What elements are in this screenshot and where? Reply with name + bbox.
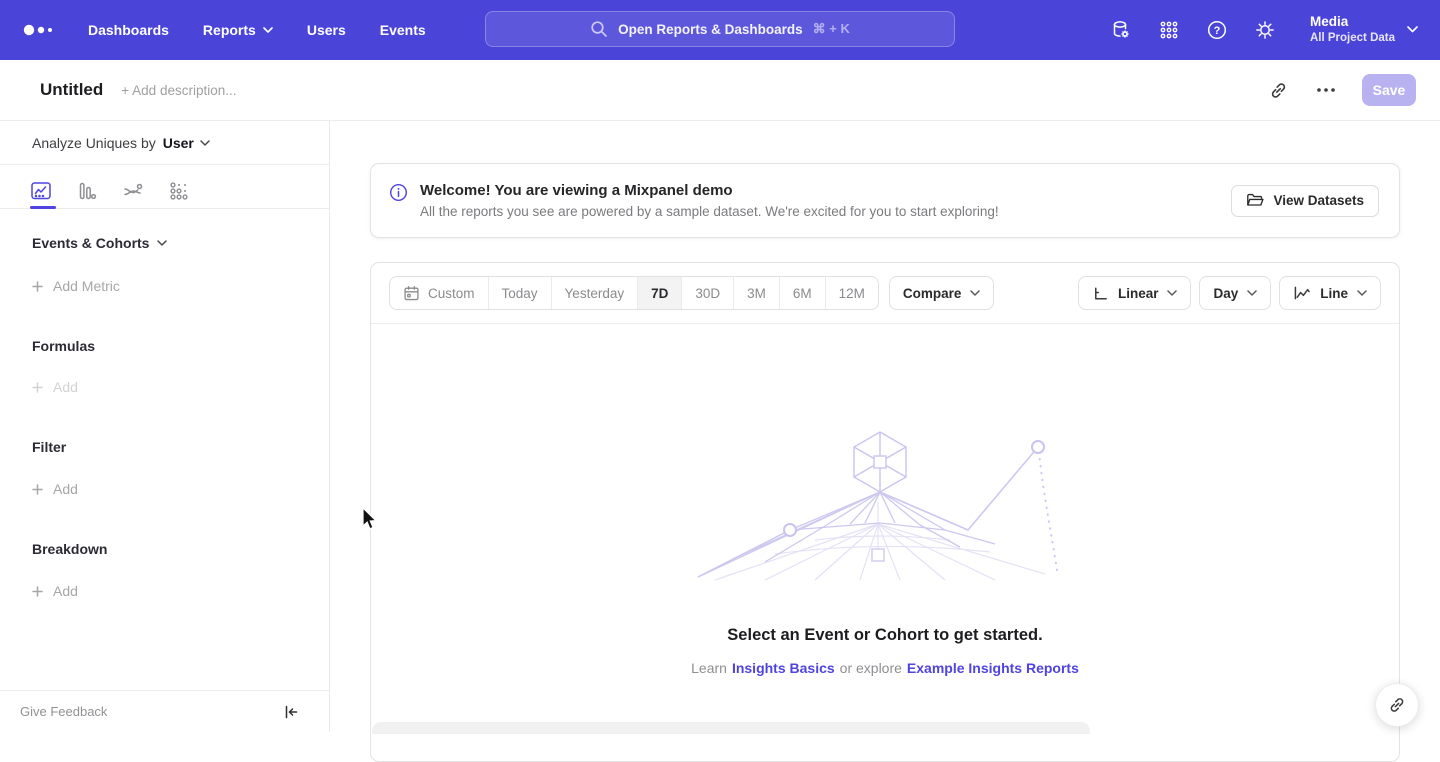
project-scope: All Project Data: [1310, 31, 1395, 47]
banner-title: Welcome! You are viewing a Mixpanel demo: [420, 182, 999, 199]
save-button[interactable]: Save: [1362, 74, 1416, 106]
mixpanel-logo-icon[interactable]: [22, 23, 56, 37]
nav-item-users[interactable]: Users: [307, 22, 346, 38]
chart-controls-row: Custom Today Yesterday 7D 30D 3M 6M 12M …: [371, 263, 1399, 324]
banner-subtitle: All the reports you see are powered by a…: [420, 204, 999, 219]
search-shortcut: ⌘ + K: [813, 21, 850, 37]
global-search[interactable]: Open Reports & Dashboards ⌘ + K: [485, 11, 955, 47]
folder-icon: [1246, 193, 1264, 208]
analyze-uniques-row: Analyze Uniques by User: [0, 121, 329, 165]
top-nav: Dashboards Reports Users Events Open Rep…: [0, 0, 1440, 60]
give-feedback-link[interactable]: Give Feedback: [20, 704, 107, 719]
chevron-down-icon: [1357, 290, 1367, 296]
chart-type-tabs: [0, 165, 329, 209]
report-header: Untitled + Add description... Save: [0, 60, 1440, 121]
date-range-3m[interactable]: 3M: [734, 277, 780, 309]
tab-insights-line[interactable]: [30, 165, 76, 208]
calendar-icon: [403, 285, 420, 302]
date-range-12m[interactable]: 12M: [826, 277, 878, 309]
breakdown-header: Breakdown: [32, 541, 329, 557]
report-title[interactable]: Untitled: [40, 80, 103, 100]
plus-icon: [32, 382, 43, 393]
insights-basics-link[interactable]: Insights Basics: [732, 660, 835, 676]
demo-welcome-banner: Welcome! You are viewing a Mixpanel demo…: [370, 163, 1400, 238]
analyze-label: Analyze Uniques by: [32, 135, 156, 151]
nav-item-reports[interactable]: Reports: [203, 22, 273, 38]
breakdown-table-peek: [372, 722, 1090, 734]
events-cohorts-header[interactable]: Events & Cohorts: [32, 235, 329, 251]
chevron-down-icon: [1407, 26, 1418, 33]
floating-copy-link-button[interactable]: [1375, 683, 1419, 727]
scale-dropdown[interactable]: Linear: [1078, 276, 1192, 310]
chevron-down-icon: [1167, 290, 1177, 296]
empty-state-hint: Learn Insights Basics or explore Example…: [691, 660, 1079, 676]
flows-tab-icon: [122, 180, 144, 202]
sidebar-footer: Give Feedback: [0, 690, 329, 732]
empty-state-illustration: [695, 422, 1075, 584]
date-range-custom[interactable]: Custom: [390, 277, 489, 309]
linear-axis-icon: [1092, 285, 1109, 302]
plus-icon: [32, 281, 43, 292]
compare-dropdown[interactable]: Compare: [889, 276, 995, 310]
data-management-icon[interactable]: [1110, 19, 1132, 41]
nav-item-events[interactable]: Events: [380, 22, 426, 38]
add-metric-button[interactable]: Add Metric: [32, 278, 329, 294]
grid-dots-tab-icon: [168, 180, 190, 202]
date-range-30d[interactable]: 30D: [682, 277, 734, 309]
nav-item-dashboards[interactable]: Dashboards: [88, 22, 169, 38]
bar-chart-tab-icon: [76, 180, 98, 202]
query-builder-sidebar: Analyze Uniques by User: [0, 121, 330, 732]
chart-type-dropdown[interactable]: Line: [1279, 276, 1381, 310]
line-chart-tab-icon: [30, 180, 52, 202]
chevron-down-icon: [970, 290, 980, 296]
link-icon: [1388, 696, 1406, 714]
add-filter-button[interactable]: Add: [32, 481, 329, 497]
apps-grid-icon[interactable]: [1158, 19, 1180, 41]
line-chart-icon: [1293, 285, 1311, 301]
date-range-6m[interactable]: 6M: [780, 277, 826, 309]
search-placeholder: Open Reports & Dashboards: [618, 22, 803, 37]
chevron-down-icon: [157, 240, 167, 246]
empty-state: Select an Event or Cohort to get started…: [371, 324, 1399, 676]
insights-report-card: Custom Today Yesterday 7D 30D 3M 6M 12M …: [370, 262, 1400, 762]
help-icon[interactable]: ?: [1206, 19, 1228, 41]
settings-gear-icon[interactable]: [1254, 19, 1276, 41]
tab-flows[interactable]: [122, 165, 168, 208]
project-name: Media: [1310, 13, 1395, 31]
info-icon: [389, 183, 408, 202]
example-insights-reports-link[interactable]: Example Insights Reports: [907, 660, 1079, 676]
date-range-today[interactable]: Today: [489, 277, 552, 309]
add-breakdown-button[interactable]: Add: [32, 583, 329, 599]
plus-icon: [32, 586, 43, 597]
date-range-7d[interactable]: 7D: [638, 277, 682, 309]
svg-text:?: ?: [1214, 25, 1221, 37]
chevron-down-icon: [200, 140, 210, 146]
interval-dropdown[interactable]: Day: [1199, 276, 1271, 310]
plus-icon: [32, 484, 43, 495]
empty-state-title: Select an Event or Cohort to get started…: [727, 626, 1042, 645]
more-options-icon[interactable]: [1314, 78, 1338, 102]
formulas-header: Formulas: [32, 338, 329, 354]
tab-bar-chart[interactable]: [76, 165, 122, 208]
report-description-placeholder[interactable]: + Add description...: [121, 83, 236, 98]
chevron-down-icon: [263, 27, 273, 33]
date-range-yesterday[interactable]: Yesterday: [552, 277, 639, 309]
search-icon: [590, 20, 608, 38]
chevron-down-icon: [1247, 290, 1257, 296]
analyze-entity-dropdown[interactable]: User: [163, 135, 210, 151]
view-datasets-button[interactable]: View Datasets: [1231, 185, 1379, 217]
tab-retention-grid[interactable]: [168, 165, 214, 208]
collapse-sidebar-icon[interactable]: [283, 704, 299, 720]
date-range-segmented-control: Custom Today Yesterday 7D 30D 3M 6M 12M: [389, 276, 879, 310]
selected-tab-indicator: [30, 206, 56, 209]
add-formula-button[interactable]: Add: [32, 379, 329, 395]
filter-header: Filter: [32, 439, 329, 455]
project-picker[interactable]: Media All Project Data: [1310, 13, 1418, 47]
copy-link-icon[interactable]: [1266, 78, 1290, 102]
